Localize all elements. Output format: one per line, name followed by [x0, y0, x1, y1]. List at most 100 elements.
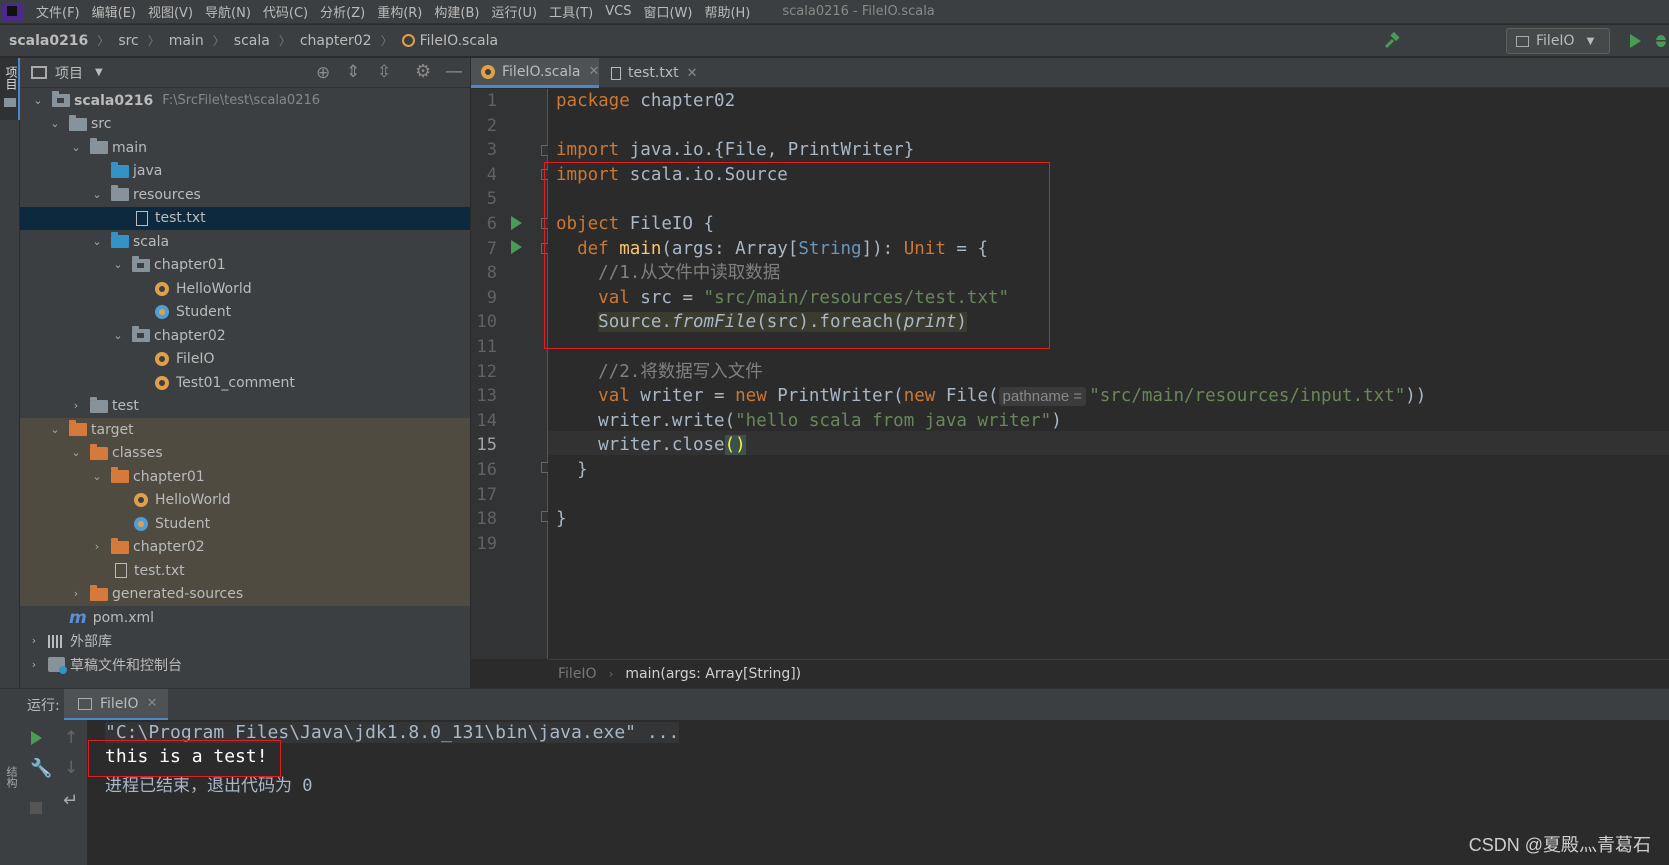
tree-item-test01-comment[interactable]: Test01_comment [20, 371, 470, 395]
tree-item-resources[interactable]: ⌄ resources [20, 183, 470, 207]
tree-item-helloworld[interactable]: HelloWorld [20, 277, 470, 301]
debug-bug-icon[interactable] [1653, 31, 1669, 49]
watermark: CSDN @夏殿灬青葛石 [1468, 835, 1651, 855]
run-config-dropdown[interactable]: FileIO ▼ [1506, 28, 1610, 54]
menu-edit[interactable]: 编辑(E) [92, 2, 136, 21]
menu-bar: 文件(F) 编辑(E) 视图(V) 导航(N) 代码(C) 分析(Z) 重构(R… [0, 0, 1669, 24]
menu-view[interactable]: 视图(V) [148, 2, 193, 21]
chevron-right-icon[interactable]: › [92, 541, 102, 552]
chevron-down-icon[interactable]: ⌄ [71, 142, 81, 153]
tree-item-external-libraries[interactable]: › 外部库 [20, 630, 470, 654]
structure-tool-label[interactable]: 结构 [3, 766, 19, 788]
tree-item-java[interactable]: java [20, 160, 470, 184]
chevron-down-icon[interactable]: ▼ [95, 67, 103, 78]
breadcrumb-src[interactable]: src [118, 33, 138, 49]
menu-vcs[interactable]: VCS [605, 4, 631, 19]
chevron-down-icon[interactable]: ⌄ [50, 424, 60, 435]
tree-item-target-chapter01[interactable]: ⌄ chapter01 [20, 465, 470, 489]
close-icon[interactable]: ✕ [687, 66, 698, 81]
tree-item-scala[interactable]: ⌄ scala [20, 230, 470, 254]
chevron-down-icon[interactable]: ⌄ [92, 189, 102, 200]
run-gutter-icon[interactable] [511, 216, 522, 230]
tab-test-txt[interactable]: test.txt ✕ [601, 58, 701, 88]
rerun-icon[interactable] [31, 731, 42, 745]
tree-item-target[interactable]: ⌄ target [20, 418, 470, 442]
tree-item-scratches[interactable]: › 草稿文件和控制台 [20, 653, 470, 677]
editor-breadcrumb-method[interactable]: main(args: Array[String]) [625, 666, 801, 682]
tree-item-target-helloworld[interactable]: HelloWorld [20, 488, 470, 512]
breadcrumb-scala[interactable]: scala [234, 33, 270, 49]
code-editor[interactable]: package chapter02 import java.io.{File, … [544, 89, 1669, 659]
minimize-icon[interactable]: — [445, 61, 463, 82]
tree-item-student[interactable]: Student [20, 301, 470, 325]
tree-item-chapter02[interactable]: ⌄ chapter02 [20, 324, 470, 348]
tree-item-target-student[interactable]: Student [20, 512, 470, 536]
tab-fileio-scala[interactable]: FileIO.scala ✕ [471, 58, 599, 88]
editor-breadcrumb: FileIO › main(args: Array[String]) [548, 659, 1669, 688]
tree-item-label: pom.xml [92, 609, 155, 626]
tree-item-fileio[interactable]: FileIO [20, 348, 470, 372]
breadcrumb-main[interactable]: main [169, 33, 204, 49]
tree-item-test[interactable]: › test [20, 395, 470, 419]
project-tool-button[interactable]: 项目 [0, 58, 20, 120]
breadcrumb-chapter02[interactable]: chapter02 [300, 33, 372, 49]
chevron-down-icon[interactable]: ⌄ [92, 471, 102, 482]
menu-help[interactable]: 帮助(H) [704, 2, 750, 21]
locate-icon[interactable]: ⊕ [316, 63, 330, 83]
gear-icon[interactable]: ⚙ [415, 61, 431, 82]
line-number: 10 [476, 312, 497, 333]
chevron-down-icon[interactable]: ⌄ [50, 118, 60, 129]
menu-run[interactable]: 运行(U) [491, 2, 537, 21]
menu-refactor[interactable]: 重构(R) [377, 2, 422, 21]
expand-all-icon[interactable]: ⇕ [346, 62, 360, 82]
chevron-down-icon[interactable]: ⌄ [92, 236, 102, 247]
run-config-label: FileIO [1536, 33, 1575, 49]
tree-item-project-root[interactable]: ⌄ scala0216 F:\SrcFile\test\scala0216 [20, 89, 470, 113]
chevron-right-icon[interactable]: › [29, 635, 39, 646]
chevron-down-icon[interactable]: ⌄ [113, 259, 123, 270]
soft-wrap-icon[interactable]: ↵ [63, 790, 78, 811]
editor-breadcrumb-object[interactable]: FileIO [558, 666, 597, 682]
breadcrumb-file[interactable]: FileIO.scala [420, 33, 499, 49]
chevron-right-icon: › [608, 667, 614, 681]
wrench-icon[interactable]: 🔧 [30, 758, 52, 779]
tree-item-target-test-txt[interactable]: test.txt [20, 559, 470, 583]
collapse-all-icon[interactable]: ⇳ [377, 62, 391, 82]
tree-item-main[interactable]: ⌄ main [20, 136, 470, 160]
tree-item-test-txt[interactable]: test.txt [20, 206, 470, 230]
menu-analyze[interactable]: 分析(Z) [320, 2, 365, 21]
arrow-up-icon[interactable]: ↑ [64, 728, 78, 748]
menu-window[interactable]: 窗口(W) [643, 2, 692, 21]
build-hammer-icon[interactable] [1383, 32, 1401, 50]
close-icon[interactable]: ✕ [589, 64, 600, 79]
close-icon[interactable]: ✕ [147, 696, 158, 711]
tree-item-label: Test01_comment [176, 374, 295, 391]
menu-navigate[interactable]: 导航(N) [205, 2, 251, 21]
menu-build[interactable]: 构建(B) [434, 2, 479, 21]
chevron-down-icon[interactable]: ⌄ [71, 447, 81, 458]
menu-code[interactable]: 代码(C) [263, 2, 308, 21]
run-gutter-icon[interactable] [511, 240, 522, 254]
arrow-down-icon[interactable]: ↓ [64, 758, 78, 778]
tree-item-src[interactable]: ⌄ src [20, 113, 470, 137]
chevron-right-icon[interactable]: › [71, 400, 81, 411]
stop-icon[interactable] [30, 802, 42, 814]
tree-item-classes[interactable]: ⌄ classes [20, 441, 470, 465]
breadcrumb-project[interactable]: scala0216 [9, 33, 88, 49]
tree-item-chapter01[interactable]: ⌄ chapter01 [20, 254, 470, 278]
console-output[interactable]: "C:\Program Files\Java\jdk1.8.0_131\bin\… [87, 720, 1669, 865]
chevron-down-icon[interactable]: ⌄ [113, 330, 123, 341]
chevron-right-icon[interactable]: › [29, 659, 39, 670]
line-number: 14 [476, 410, 497, 431]
menu-file[interactable]: 文件(F) [36, 2, 80, 21]
code-line-13: val writer = new PrintWriter(new File(pa… [598, 386, 1427, 407]
chevron-down-icon[interactable]: ⌄ [33, 95, 43, 106]
menu-tools[interactable]: 工具(T) [549, 2, 593, 21]
run-tab-fileio[interactable]: FileIO ✕ [64, 689, 168, 721]
tree-item-generated-sources[interactable]: › generated-sources [20, 582, 470, 606]
tree-item-target-chapter02[interactable]: › chapter02 [20, 535, 470, 559]
run-icon[interactable] [1630, 34, 1641, 48]
code-line-14: writer.write("hello scala from java writ… [556, 410, 1062, 431]
tree-item-pom-xml[interactable]: m pom.xml [20, 606, 470, 630]
chevron-right-icon[interactable]: › [71, 588, 81, 599]
